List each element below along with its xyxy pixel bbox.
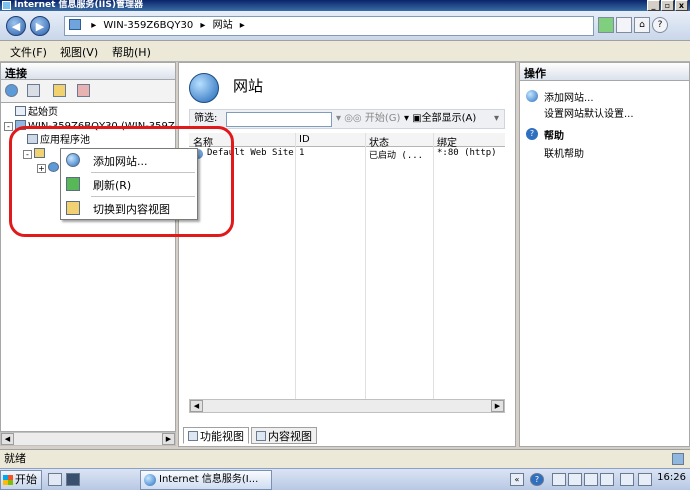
sites-grid-header: 名称 ID 状态 绑定 [189, 133, 505, 149]
stop-icon[interactable] [616, 17, 632, 33]
highlight-annotation [9, 126, 234, 237]
navigation-bar: ◀ ▶ ▸ WIN-359Z6BQY30 ▸ 网站 ▸ ⌂ ? [0, 11, 690, 41]
table-row[interactable]: Default Web Site 1 已启动 (... *:80 (http) [189, 148, 505, 161]
iis-taskbar-icon [144, 474, 156, 486]
window-title: Internet 信息服务(IIS)管理器 [14, 0, 143, 10]
breadcrumb-sites[interactable]: 网站 [213, 20, 233, 31]
grid-scroll-right-icon[interactable]: ▶ [491, 400, 504, 412]
minimize-button[interactable]: _ [647, 0, 660, 11]
help-circle-icon: ? [526, 128, 538, 140]
actions-header: 操作 [520, 63, 689, 81]
tray-keyboard-icon[interactable] [552, 473, 566, 486]
actions-panel: 操作 添加网站... 设置网站默认设置... ? 帮助 联机帮助 [519, 62, 690, 447]
start-button[interactable]: 开始 [0, 470, 42, 490]
save-icon[interactable] [27, 84, 40, 97]
tray-chevron-icon[interactable]: « [510, 473, 524, 486]
tray-help-icon[interactable]: ? [530, 473, 544, 486]
tab-content-view[interactable]: 内容视图 [251, 427, 317, 444]
help-icon[interactable]: ? [652, 17, 668, 33]
page-icon [69, 19, 81, 30]
menu-view[interactable]: 视图(V) [60, 44, 98, 60]
filter-bar: 筛选: ▾ ◎◎ 开始(G) ▾ ▣全部显示(A) ▾ [189, 109, 505, 129]
tab-features-view[interactable]: 功能视图 [183, 427, 249, 444]
scroll-left-arrow-icon[interactable]: ◀ [1, 433, 14, 445]
home-icon[interactable]: ⌂ [634, 17, 650, 33]
tray-network-icon[interactable] [568, 473, 582, 486]
show-all-icon: ▾ ▣ [404, 113, 422, 124]
column-binding[interactable]: 绑定 [437, 134, 457, 149]
connections-header: 连接 [0, 62, 176, 80]
sites-feature-panel: 网站 筛选: ▾ ◎◎ 开始(G) ▾ ▣全部显示(A) ▾ 名称 ID 状态 … [178, 62, 516, 447]
collapse-toggle[interactable]: - [4, 122, 13, 131]
connections-toolbar [0, 80, 176, 102]
grid-horizontal-scrollbar[interactable]: ◀ ▶ [189, 399, 505, 413]
windows-flag-icon [3, 475, 13, 485]
view-tabs: 功能视图 内容视图 [183, 427, 317, 445]
action-set-defaults[interactable]: 设置网站默认设置... [544, 105, 634, 120]
status-text: 就绪 [4, 452, 26, 465]
disconnect-icon[interactable] [77, 84, 90, 97]
action-add-site[interactable]: 添加网站... [544, 89, 594, 104]
status-network-icon [672, 453, 684, 465]
page-title: 网站 [233, 77, 264, 95]
menu-bar: 文件(F) 视图(V) 帮助(H) [0, 41, 690, 62]
tray-security-icon[interactable] [600, 473, 614, 486]
scroll-right-arrow-icon[interactable]: ▶ [162, 433, 175, 445]
window-title-bar: Internet 信息服务(IIS)管理器 _ ▫ x [0, 0, 690, 11]
forward-arrow-icon[interactable]: ▶ [30, 16, 50, 36]
tray-connection-icon[interactable] [638, 473, 652, 486]
action-online-help[interactable]: 联机帮助 [544, 145, 584, 160]
features-view-icon [188, 431, 198, 441]
sites-globe-icon [189, 73, 219, 103]
maximize-button[interactable]: ▫ [661, 0, 674, 11]
iis-app-icon [2, 1, 11, 10]
address-bar[interactable]: ▸ WIN-359Z6BQY30 ▸ 网站 ▸ [64, 16, 594, 36]
start-filter-button[interactable]: ▾ ◎◎ 开始(G) [336, 110, 400, 128]
column-id[interactable]: ID [299, 134, 310, 145]
status-bar: 就绪 [0, 449, 690, 468]
action-help-group: 帮助 [544, 131, 564, 142]
menu-file[interactable]: 文件(F) [10, 44, 47, 60]
tree-item-start-page[interactable]: 起始页 [15, 106, 58, 118]
show-all-button[interactable]: ▾ ▣全部显示(A) [404, 110, 476, 128]
close-button[interactable]: x [675, 0, 688, 11]
row-site-binding: *:80 (http) [437, 148, 497, 158]
window-controls: _ ▫ x [647, 0, 688, 11]
content-view-icon [256, 431, 266, 441]
folder-icon[interactable] [53, 84, 66, 97]
powershell-icon[interactable] [66, 473, 80, 486]
tray-display-icon[interactable] [584, 473, 598, 486]
system-tray: « ? 16:26 [510, 470, 690, 490]
tree-horizontal-scrollbar[interactable]: ◀ ▶ [0, 432, 176, 446]
filter-more-icon[interactable]: ▾ [494, 110, 499, 128]
connect-globe-icon[interactable] [5, 84, 18, 97]
row-site-id: 1 [299, 148, 305, 158]
add-site-globe-icon [526, 90, 538, 102]
start-page-icon [15, 106, 26, 116]
row-site-status: 已启动 (... [369, 151, 424, 161]
breadcrumb-server[interactable]: WIN-359Z6BQY30 [103, 20, 193, 31]
back-arrow-icon[interactable]: ◀ [6, 16, 26, 36]
taskbar-clock: 16:26 [657, 472, 686, 483]
binoculars-icon: ▾ ◎◎ [336, 113, 362, 124]
server-manager-icon[interactable] [48, 473, 62, 486]
filter-input[interactable] [226, 112, 332, 127]
grid-scroll-left-icon[interactable]: ◀ [190, 400, 203, 412]
menu-help[interactable]: 帮助(H) [112, 44, 151, 60]
taskbar: 开始 Internet 信息服务(I... « ? 16:26 [0, 468, 690, 490]
taskbar-window-iis[interactable]: Internet 信息服务(I... [140, 470, 272, 490]
nav-tools: ⌂ ? [598, 17, 668, 33]
refresh-icon[interactable] [598, 17, 614, 33]
column-status[interactable]: 状态 [369, 134, 389, 149]
tray-volume-icon[interactable] [620, 473, 634, 486]
